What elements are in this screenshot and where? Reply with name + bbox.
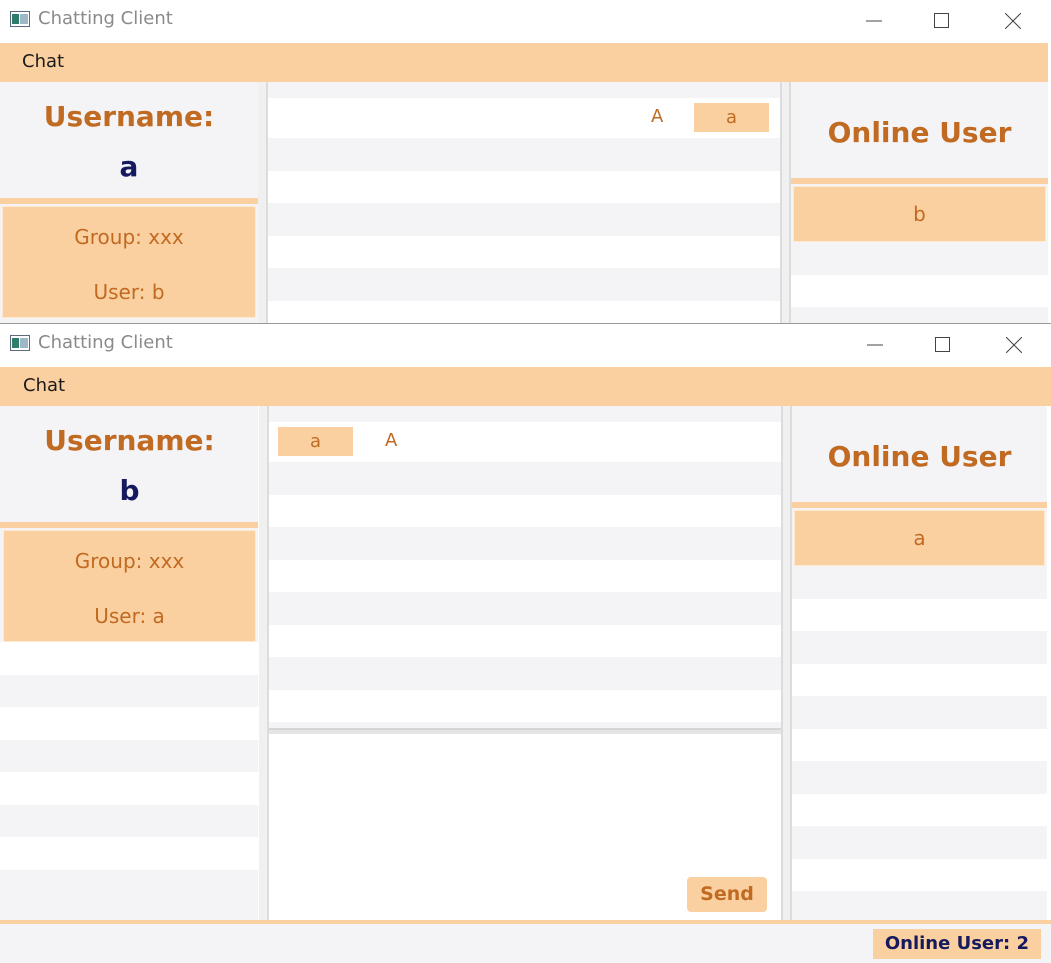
maximize-icon [934, 13, 949, 28]
message-list[interactable]: A a [266, 82, 782, 325]
separator [0, 522, 258, 528]
chat-area: a A Send [267, 406, 783, 920]
message-text: A [651, 106, 664, 127]
window-title: Chatting Client [38, 8, 173, 29]
online-users-panel: Online User b [789, 82, 1048, 325]
username-value: b [119, 474, 140, 507]
username-label: Username: [44, 424, 215, 457]
message-list[interactable]: a A [269, 406, 781, 728]
online-user-item[interactable]: a [794, 510, 1045, 566]
message-sender-badge: a [694, 103, 769, 132]
group-user: User: a [94, 604, 165, 628]
close-icon [1005, 13, 1021, 29]
user-info-panel: Username: b Group: xxx User: a [0, 406, 258, 920]
username-value: a [119, 150, 139, 183]
close-button[interactable] [991, 328, 1037, 362]
message-list-rows [268, 138, 780, 325]
online-count-badge: Online User: 2 [872, 929, 1041, 959]
message-text: A [385, 430, 398, 451]
minimize-button[interactable] [852, 328, 898, 362]
maximize-button[interactable] [920, 328, 966, 362]
input-splitter[interactable] [269, 730, 781, 734]
app-icon [10, 11, 30, 27]
menu-chat[interactable]: Chat [22, 51, 64, 72]
title-bar[interactable]: Chatting Client [0, 324, 1051, 366]
app-icon [10, 335, 30, 351]
separator [791, 178, 1048, 184]
online-users-panel: Online User a [790, 406, 1047, 920]
online-user-title: Online User [827, 116, 1012, 149]
online-user-title: Online User [827, 440, 1012, 473]
online-header: Online User [792, 406, 1047, 502]
send-button[interactable]: Send [687, 877, 767, 912]
group-name: Group: xxx [74, 225, 184, 249]
window-title: Chatting Client [38, 332, 173, 353]
close-button[interactable] [990, 4, 1036, 38]
user-header: Username: b [0, 406, 258, 522]
minimize-icon [866, 20, 882, 22]
splitter[interactable] [259, 406, 267, 920]
online-list-rows [792, 566, 1047, 920]
online-header: Online User [791, 82, 1048, 178]
online-user-name: a [913, 526, 926, 550]
user-header: Username: a [0, 82, 258, 198]
title-bar[interactable]: Chatting Client [0, 0, 1048, 42]
menu-chat[interactable]: Chat [23, 375, 65, 396]
menu-bar: Chat [0, 43, 1048, 82]
group-list-item[interactable]: Group: xxx User: a [3, 530, 256, 642]
online-user-item[interactable]: b [793, 186, 1046, 242]
menu-bar: Chat [0, 367, 1051, 406]
splitter[interactable] [258, 82, 266, 325]
message-row: A a [268, 98, 780, 138]
username-label: Username: [43, 100, 215, 133]
message-input[interactable]: Send [269, 728, 781, 920]
online-list-rows [791, 242, 1048, 325]
chat-client-window-a: Chatting Client Chat Username: a Group: … [0, 0, 1048, 325]
minimize-icon [867, 344, 883, 346]
message-list-rows [269, 462, 781, 728]
group-list-item[interactable]: Group: xxx User: b [2, 206, 256, 318]
message-row: a A [269, 422, 781, 462]
maximize-icon [935, 337, 950, 352]
group-name: Group: xxx [74, 549, 185, 573]
minimize-button[interactable] [851, 4, 897, 38]
online-user-name: b [913, 202, 926, 226]
separator [792, 502, 1047, 508]
maximize-button[interactable] [919, 4, 965, 38]
status-bar: Online User: 2 [0, 920, 1051, 963]
separator [0, 198, 258, 204]
group-user: User: b [93, 280, 165, 304]
user-info-panel: Username: a Group: xxx User: b [0, 82, 258, 325]
group-list-rows [0, 642, 258, 920]
chat-client-window-b: Chatting Client Chat Username: b Group: … [0, 323, 1051, 963]
message-sender-badge: a [278, 427, 353, 456]
close-icon [1006, 337, 1022, 353]
